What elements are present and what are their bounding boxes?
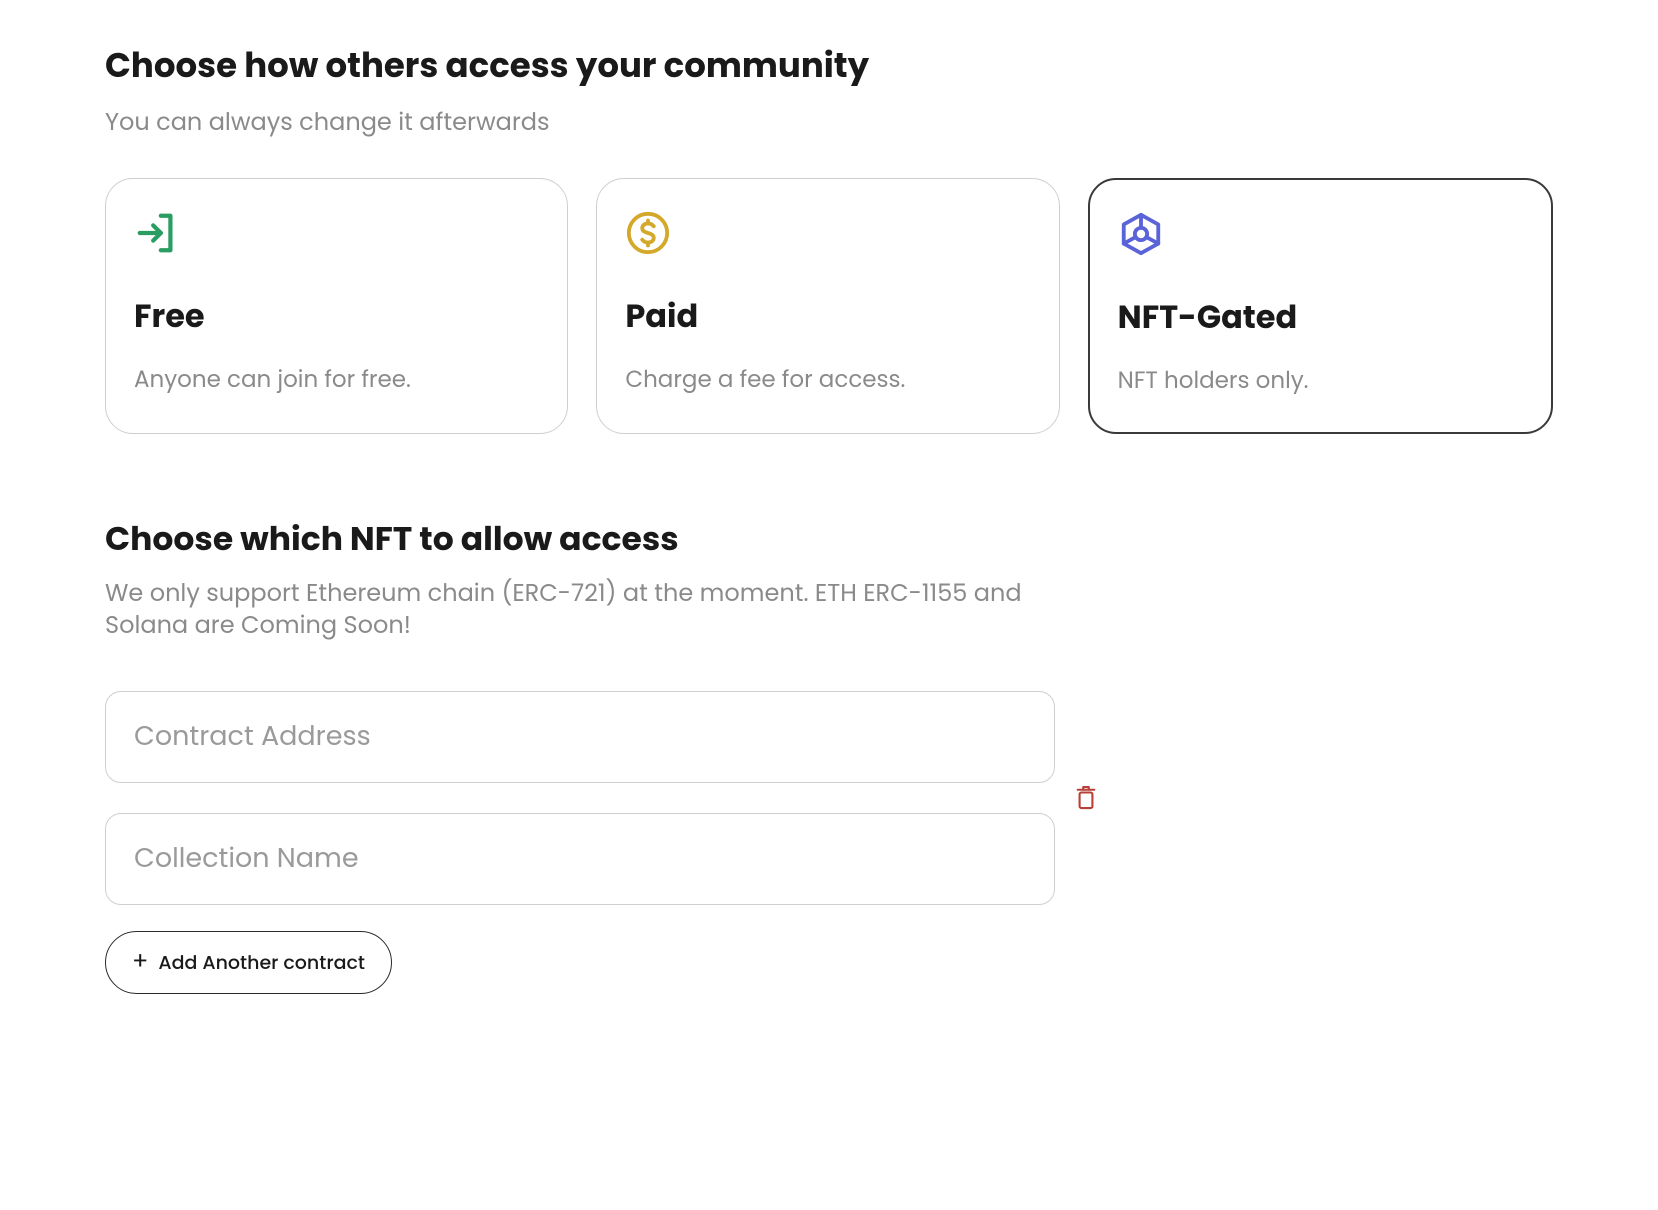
add-contract-label: Add Another contract bbox=[158, 948, 365, 977]
collection-name-input[interactable] bbox=[105, 813, 1055, 905]
option-title-paid: Paid bbox=[625, 293, 1030, 341]
nft-section-subtitle: We only support Ethereum chain (ERC-721)… bbox=[105, 578, 1065, 643]
access-subtitle: You can always change it afterwards bbox=[105, 105, 1553, 140]
nft-section-title: Choose which NFT to allow access bbox=[105, 514, 1553, 564]
delete-contract-button[interactable] bbox=[1073, 785, 1099, 811]
option-card-paid[interactable]: Paid Charge a fee for access. bbox=[596, 178, 1059, 434]
option-desc-free: Anyone can join for free. bbox=[134, 363, 539, 397]
access-options-row: Free Anyone can join for free. Paid Char… bbox=[105, 178, 1553, 434]
plus-icon: + bbox=[132, 950, 148, 974]
option-desc-nft: NFT holders only. bbox=[1118, 364, 1523, 398]
nft-inputs-group bbox=[105, 691, 1055, 905]
add-contract-button[interactable]: + Add Another contract bbox=[105, 931, 392, 994]
dollar-circle-icon bbox=[625, 209, 673, 257]
option-desc-paid: Charge a fee for access. bbox=[625, 363, 1030, 397]
trash-icon bbox=[1075, 785, 1097, 811]
access-title: Choose how others access your community bbox=[105, 40, 1553, 91]
enter-icon bbox=[134, 209, 182, 257]
contract-address-input[interactable] bbox=[105, 691, 1055, 783]
option-card-free[interactable]: Free Anyone can join for free. bbox=[105, 178, 568, 434]
hexagon-cube-icon bbox=[1118, 210, 1166, 258]
option-card-nft-gated[interactable]: NFT-Gated NFT holders only. bbox=[1088, 178, 1553, 434]
option-title-nft: NFT-Gated bbox=[1118, 294, 1523, 342]
option-title-free: Free bbox=[134, 293, 539, 341]
